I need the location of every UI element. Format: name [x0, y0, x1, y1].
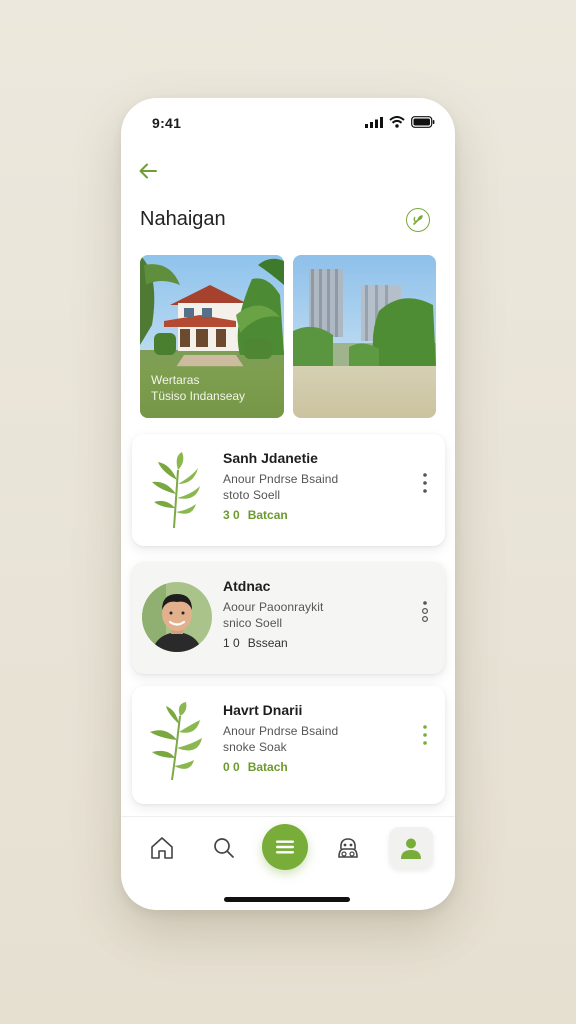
- photo-card-house[interactable]: Wertaras Tüsiso Indanseay: [140, 255, 284, 418]
- battery-icon: [411, 116, 435, 128]
- page-title: Nahaigan: [140, 208, 226, 230]
- card-tag: Batach: [247, 760, 288, 774]
- leaf-icon: [413, 215, 423, 225]
- list-card[interactable]: Atdnac Aoour Paoonraykit snico Soell 1 0…: [132, 562, 445, 674]
- card-title: Havrt Dnarii: [223, 702, 303, 718]
- nav-profile[interactable]: [389, 827, 433, 869]
- card-count: 1 0: [223, 636, 240, 650]
- search-icon: [214, 838, 234, 858]
- status-icons: [365, 116, 435, 128]
- back-button[interactable]: [137, 160, 159, 182]
- person-photo: [142, 582, 212, 652]
- card-meta: 3 0 Batcan: [223, 508, 288, 522]
- home-indicator: [224, 897, 350, 902]
- menu-icon: [276, 840, 294, 854]
- card-title: Atdnac: [223, 578, 271, 594]
- profile-icon: [401, 838, 421, 859]
- bottom-nav: [121, 816, 455, 910]
- more-options-icon[interactable]: [421, 724, 429, 746]
- more-options-icon[interactable]: [421, 472, 429, 494]
- photo-card-city[interactable]: [293, 255, 436, 418]
- card-detail: Aoour Paoonraykit: [223, 600, 324, 614]
- card-detail: snoke Soak: [223, 740, 287, 754]
- plant-icon: [150, 702, 202, 781]
- photo-caption-subtitle: Tüsiso Indanseay: [151, 389, 246, 403]
- card-detail: Anour Pndrse Bsaind: [223, 724, 339, 738]
- list-card[interactable]: Havrt Dnarii Anour Pndrse Bsaind snoke S…: [132, 686, 445, 804]
- home-icon: [151, 837, 173, 859]
- signal-icon: [365, 116, 383, 128]
- avatar: [142, 582, 212, 652]
- card-tag: Batcan: [247, 508, 288, 522]
- card-count: 0 0: [223, 760, 240, 774]
- nav-menu-button[interactable]: [262, 824, 308, 870]
- arrow-left-icon: [139, 163, 157, 179]
- nav-home[interactable]: [147, 833, 177, 863]
- nav-community[interactable]: [333, 833, 363, 863]
- card-title: Sanh Jdanetie: [223, 450, 318, 466]
- wifi-icon: [389, 116, 405, 128]
- card-tag: Bssean: [247, 636, 288, 650]
- status-bar: 9:41: [121, 98, 455, 148]
- plant-icon: [152, 452, 200, 529]
- card-meta: 0 0 Batach: [223, 760, 288, 774]
- photo-caption-title: Wertaras: [151, 373, 200, 387]
- leaf-action-button[interactable]: [406, 208, 430, 232]
- card-meta: 1 0 Bssean: [223, 636, 288, 650]
- photo-caption-bar: [293, 366, 436, 418]
- face-icon: [338, 838, 358, 858]
- more-options-icon[interactable]: [421, 600, 429, 622]
- status-time: 9:41: [152, 115, 182, 131]
- card-detail: stoto Soell: [223, 488, 281, 502]
- card-detail: snico Soell: [223, 616, 283, 630]
- card-count: 3 0: [223, 508, 240, 522]
- phone-frame: 9:41 Nahaigan Wertaras Tüsiso Indanseay …: [121, 98, 455, 910]
- nav-search[interactable]: [209, 833, 239, 863]
- card-detail: Anour Pndrse Bsaind: [223, 472, 339, 486]
- list-card[interactable]: Sanh Jdanetie Anour Pndrse Bsaind stoto …: [132, 434, 445, 546]
